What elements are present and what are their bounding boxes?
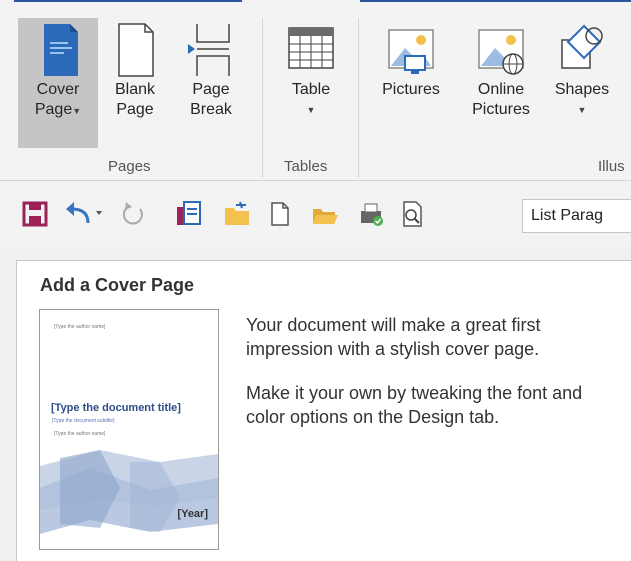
open-folder-icon[interactable] [310, 199, 340, 229]
tooltip-title: Add a Cover Page [40, 275, 195, 295]
tooltip-paragraph-1: Your document will make a great first im… [246, 315, 541, 359]
cover-page-tooltip: Add a Cover Page [Type the author name] … [16, 260, 631, 561]
ribbon: Cover Page▼ Blank Page Page Break Table … [0, 0, 631, 181]
group-label-pages: Pages [108, 158, 151, 175]
blank-page-icon [107, 18, 163, 80]
online-pictures-label-1: Online [477, 81, 525, 98]
new-folder-icon[interactable] [222, 199, 252, 229]
cover-page-icon [30, 18, 86, 80]
cover-page-label-1: Cover [36, 81, 80, 98]
dropdown-caret-icon: ▼ [72, 106, 82, 116]
cover-page-thumbnail: [Type the author name] [Type the documen… [39, 309, 219, 550]
table-icon [283, 18, 339, 80]
online-pictures-icon [473, 18, 529, 80]
style-selector[interactable]: List Parag [522, 199, 631, 233]
pictures-button[interactable]: Pictures [368, 18, 454, 100]
group-separator [358, 18, 359, 178]
shapes-button[interactable]: Shapes ▼ [544, 18, 620, 120]
table-label: Table [291, 81, 331, 98]
tooltip-paragraph-2: Make it your own by tweaking the font an… [246, 383, 583, 427]
new-document-icon[interactable] [264, 199, 294, 229]
shapes-label: Shapes [554, 81, 610, 98]
tab-indicator [360, 0, 631, 2]
thumbnail-banner-graphic [40, 450, 218, 534]
page-break-label-2: Break [190, 101, 232, 118]
blank-page-button[interactable]: Blank Page [104, 18, 166, 120]
online-pictures-label-2: Pictures [472, 101, 530, 118]
table-button[interactable]: Table ▼ [278, 18, 344, 120]
print-preview-zoom-icon[interactable] [398, 199, 428, 229]
group-label-illustrations: Illus [598, 158, 625, 175]
thumbnail-title: [Type the document title] [51, 402, 181, 414]
page-break-button[interactable]: Page Break [180, 18, 242, 120]
cover-page-button[interactable]: Cover Page▼ [18, 18, 98, 148]
page-break-label-1: Page [192, 81, 230, 98]
group-separator [262, 18, 263, 178]
save-icon[interactable] [20, 199, 50, 229]
redo-icon[interactable] [118, 199, 148, 229]
print-preview-icon[interactable] [356, 199, 386, 229]
thumbnail-subtitle: [Type the document subtitle] [52, 418, 115, 424]
thumbnail-author-top: [Type the author name] [54, 324, 106, 330]
quick-access-toolbar: List Parag [0, 181, 631, 249]
cover-page-label-2: Page [34, 101, 73, 118]
tab-indicator [14, 0, 242, 2]
blank-page-label-2: Page [116, 101, 154, 118]
copy-format-icon[interactable] [174, 199, 204, 229]
dropdown-caret-icon: ▼ [306, 105, 316, 115]
pictures-label: Pictures [382, 81, 440, 98]
undo-icon[interactable] [64, 199, 108, 229]
dropdown-caret-icon: ▼ [577, 105, 587, 115]
blank-page-label-1: Blank [114, 81, 156, 98]
page-break-icon [183, 18, 239, 80]
pictures-icon [383, 18, 439, 80]
thumbnail-year: [Year] [177, 508, 208, 520]
tooltip-description: Your document will make a great first im… [246, 313, 616, 449]
group-label-tables: Tables [284, 158, 328, 175]
shapes-icon [554, 18, 610, 80]
online-pictures-button[interactable]: Online Pictures [462, 18, 540, 120]
